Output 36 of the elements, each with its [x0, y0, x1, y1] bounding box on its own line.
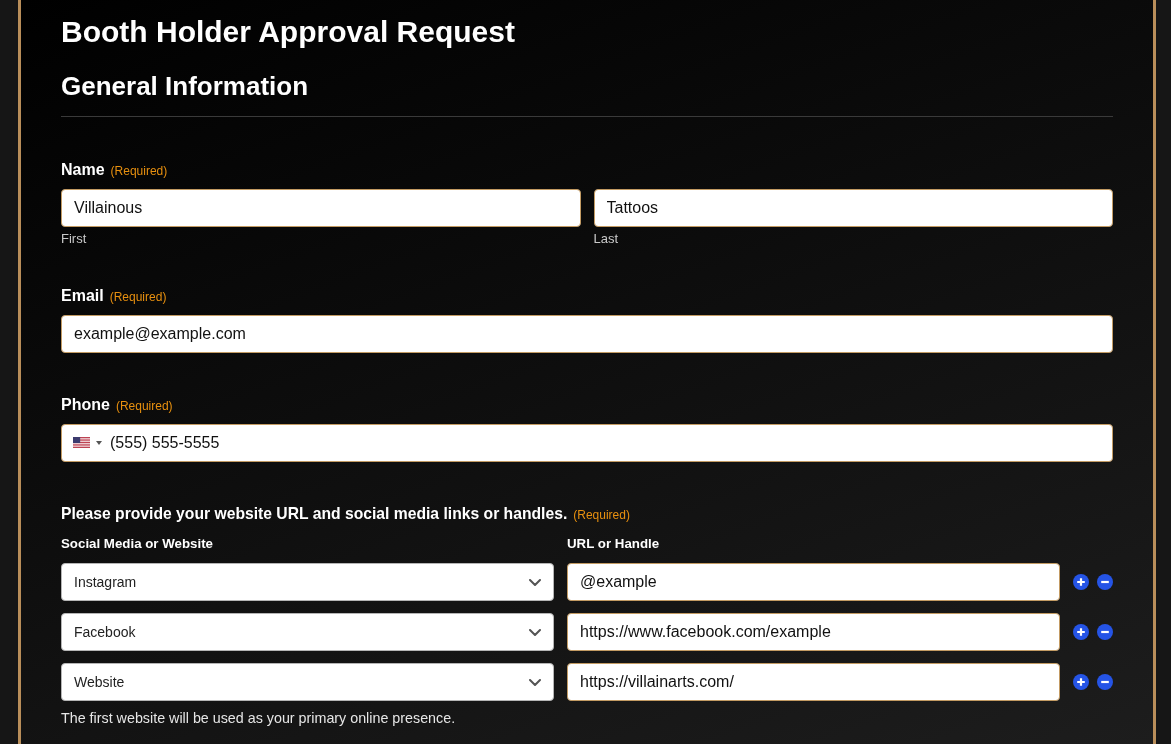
remove-icon[interactable]: [1097, 674, 1113, 690]
chevron-down-icon: [529, 628, 541, 636]
url-input[interactable]: https://villainarts.com/: [567, 663, 1060, 701]
column-label: URL or Handle: [567, 535, 660, 552]
text-input[interactable]: Tattoos: [593, 189, 1113, 227]
page-title: Booth Holder Approval Request: [61, 14, 515, 50]
text-input[interactable]: Villainous: [61, 189, 581, 227]
url-input[interactable]: https://www.facebook.com/example: [567, 613, 1060, 651]
chevron-down-icon: [529, 578, 541, 586]
platform-select[interactable]: Facebook: [61, 613, 554, 651]
platform-select[interactable]: Website: [61, 663, 554, 701]
remove-icon[interactable]: [1097, 624, 1113, 640]
required-note: (Required): [115, 399, 173, 413]
add-icon[interactable]: [1073, 624, 1089, 640]
field-label: Email: [61, 286, 104, 305]
add-icon[interactable]: [1073, 574, 1089, 590]
required-note: (Required): [110, 164, 168, 178]
url-input[interactable]: @example: [567, 563, 1060, 601]
help-text: The first website will be used as your primary online presence.: [61, 710, 456, 727]
column-label: Social Media or Website: [61, 535, 213, 552]
section-heading: General Information: [61, 71, 309, 102]
remove-icon[interactable]: [1097, 574, 1113, 590]
field-label: Please provide your website URL and social media links or handles.: [61, 504, 568, 523]
field-label: Name: [61, 160, 105, 179]
sub-label: Last: [593, 231, 619, 246]
required-note: (Required): [109, 290, 167, 304]
email-input[interactable]: example@example.com: [61, 315, 1113, 353]
caret-down-icon[interactable]: [96, 441, 102, 445]
phone-input[interactable]: (555) 555-5555: [61, 424, 1113, 462]
add-icon[interactable]: [1073, 674, 1089, 690]
flag-icon[interactable]: [73, 437, 90, 448]
platform-select[interactable]: Instagram: [61, 563, 554, 601]
required-note: (Required): [573, 508, 630, 522]
chevron-down-icon: [529, 678, 541, 686]
sub-label: First: [61, 231, 87, 246]
field-label: Phone: [61, 395, 110, 414]
